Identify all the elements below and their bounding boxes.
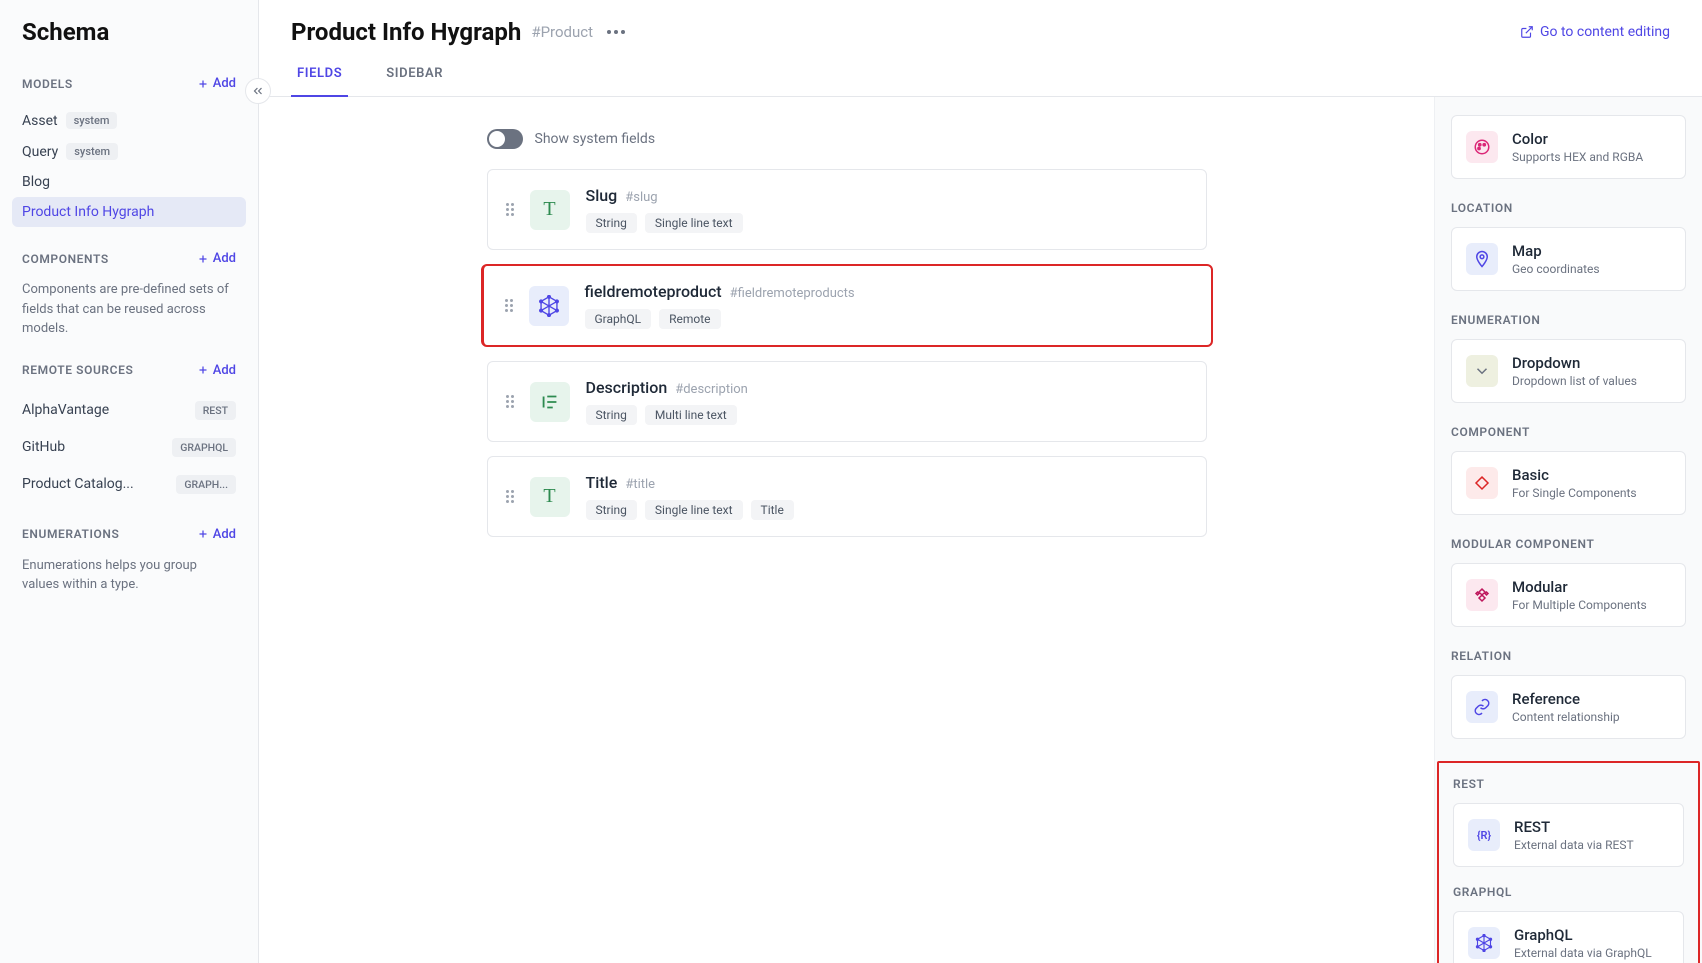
- chevron-left-icon: [251, 84, 265, 98]
- field-type-dropdown[interactable]: DropdownDropdown list of values: [1451, 339, 1686, 403]
- diamond-icon: [1466, 467, 1498, 499]
- add-enum-button[interactable]: Add: [197, 527, 236, 542]
- system-fields-label: Show system fields: [535, 131, 656, 147]
- tab-fields[interactable]: FIELDS: [291, 66, 348, 97]
- tab-sidebar[interactable]: SIDEBAR: [380, 66, 449, 97]
- link-icon: [1466, 691, 1498, 723]
- sidebar: Schema MODELS Add Assetsystem Querysyste…: [0, 0, 259, 963]
- more-actions-button[interactable]: [603, 26, 629, 38]
- dropdown-icon: [1466, 355, 1498, 387]
- field-type-reference[interactable]: ReferenceContent relationship: [1451, 675, 1686, 739]
- remote-item-alphavantage[interactable]: AlphaVantageREST: [22, 392, 236, 429]
- model-item-product[interactable]: Product Info Hygraph: [12, 197, 246, 227]
- field-card-slug[interactable]: T Slug#slug StringSingle line text: [487, 169, 1207, 250]
- add-remote-button[interactable]: Add: [197, 363, 236, 378]
- field-type-map[interactable]: MapGeo coordinates: [1451, 227, 1686, 291]
- plus-icon: [197, 253, 209, 265]
- remote-heading: REMOTE SOURCES: [22, 363, 133, 377]
- remote-item-productcatalog[interactable]: Product Catalog...GRAPH...: [22, 466, 236, 503]
- drag-handle-icon[interactable]: [505, 299, 513, 312]
- model-item-blog[interactable]: Blog: [12, 167, 246, 197]
- drag-handle-icon[interactable]: [506, 490, 514, 503]
- sidebar-section-components: COMPONENTS Add Components are pre-define…: [0, 251, 258, 363]
- field-card-description[interactable]: Description#description StringMulti line…: [487, 361, 1207, 442]
- multiline-text-icon: [530, 382, 570, 422]
- location-icon: [1466, 243, 1498, 275]
- fields-area: Show system fields T Slug#slug StringSin…: [259, 97, 1434, 963]
- page-title: Product Info Hygraph: [291, 18, 521, 46]
- models-heading: MODELS: [22, 77, 73, 91]
- main: Product Info Hygraph #Product Go to cont…: [259, 0, 1702, 963]
- rest-icon: {R}: [1468, 819, 1500, 851]
- sidebar-title: Schema: [0, 18, 258, 76]
- components-heading: COMPONENTS: [22, 252, 109, 266]
- sidebar-section-enums: ENUMERATIONS Add Enumerations helps you …: [0, 527, 258, 619]
- text-icon: T: [530, 477, 570, 517]
- field-type-color[interactable]: ColorSupports HEX and RGBA: [1451, 115, 1686, 179]
- graphql-icon: [529, 286, 569, 326]
- sidebar-section-models: MODELS Add Assetsystem Querysystem Blog …: [0, 76, 258, 251]
- model-item-asset[interactable]: Assetsystem: [12, 105, 246, 136]
- enums-description: Enumerations helps you group values with…: [22, 556, 236, 595]
- page-api-id: #Product: [531, 23, 593, 41]
- drag-handle-icon[interactable]: [506, 203, 514, 216]
- field-types-panel: ColorSupports HEX and RGBA LOCATION MapG…: [1434, 97, 1702, 963]
- highlighted-rest-graphql-group: REST {R} RESTExternal data via REST GRAP…: [1437, 761, 1700, 963]
- components-description: Components are pre-defined sets of field…: [22, 280, 236, 339]
- enums-heading: ENUMERATIONS: [22, 527, 119, 541]
- field-type-rest[interactable]: {R} RESTExternal data via REST: [1453, 803, 1684, 867]
- add-model-button[interactable]: Add: [197, 76, 236, 91]
- sidebar-section-remote: REMOTE SOURCES Add AlphaVantageREST GitH…: [0, 363, 258, 527]
- plus-icon: [197, 528, 209, 540]
- remote-item-github[interactable]: GitHubGRAPHQL: [22, 429, 236, 466]
- text-icon: T: [530, 190, 570, 230]
- tabs: FIELDS SIDEBAR: [291, 66, 1670, 96]
- add-component-button[interactable]: Add: [197, 251, 236, 266]
- go-to-content-link[interactable]: Go to content editing: [1520, 24, 1670, 40]
- main-header: Product Info Hygraph #Product Go to cont…: [259, 0, 1702, 97]
- plus-icon: [197, 78, 209, 90]
- field-card-fieldremoteproduct[interactable]: fieldremoteproduct#fieldremoteproducts G…: [481, 264, 1213, 347]
- collapse-sidebar-button[interactable]: [245, 78, 271, 104]
- plus-icon: [197, 364, 209, 376]
- external-link-icon: [1520, 25, 1534, 39]
- field-type-modular[interactable]: ModularFor Multiple Components: [1451, 563, 1686, 627]
- palette-icon: [1466, 131, 1498, 163]
- drag-handle-icon[interactable]: [506, 395, 514, 408]
- field-card-title[interactable]: T Title#title StringSingle line textTitl…: [487, 456, 1207, 537]
- field-type-graphql[interactable]: GraphQLExternal data via GraphQL: [1453, 911, 1684, 963]
- model-item-query[interactable]: Querysystem: [12, 136, 246, 167]
- field-type-basic-component[interactable]: BasicFor Single Components: [1451, 451, 1686, 515]
- modular-icon: [1466, 579, 1498, 611]
- graphql-icon: [1468, 927, 1500, 959]
- system-fields-toggle[interactable]: [487, 129, 523, 149]
